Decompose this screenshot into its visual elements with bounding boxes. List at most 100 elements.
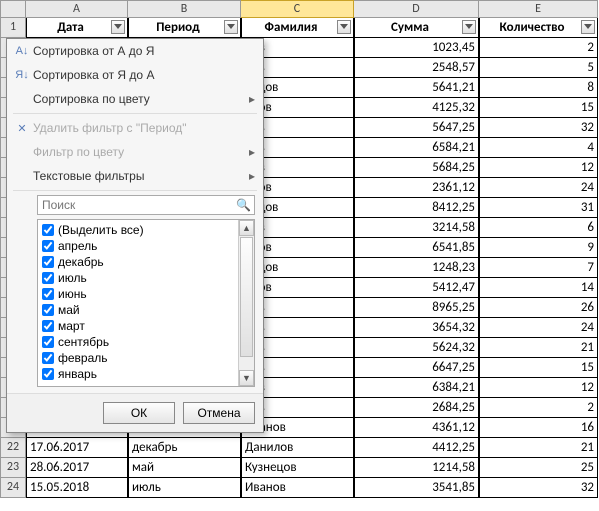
list-scrollbar[interactable]: ▲ ▼: [238, 220, 254, 386]
cell-qty[interactable]: 12: [479, 378, 598, 398]
cell-data[interactable]: 17.06.2017: [26, 438, 128, 458]
cell-data[interactable]: 15.05.2018: [26, 478, 128, 498]
cell-qty[interactable]: 31: [479, 198, 598, 218]
cell-sum[interactable]: 2548,57: [354, 58, 479, 78]
cell-period[interactable]: декабрь: [128, 438, 241, 458]
row-header[interactable]: 23: [0, 458, 26, 478]
filter-value-item[interactable]: февраль: [40, 350, 252, 366]
cell-qty[interactable]: 9: [479, 238, 598, 258]
cell-sum[interactable]: 4125,32: [354, 98, 479, 118]
col-header-C[interactable]: C: [241, 0, 354, 18]
cell-sum[interactable]: 5647,25: [354, 118, 479, 138]
scroll-up-icon[interactable]: ▲: [239, 220, 254, 236]
cell-sum[interactable]: 6647,25: [354, 358, 479, 378]
col-header-D[interactable]: D: [354, 0, 479, 18]
cell-sum[interactable]: 3214,58: [354, 218, 479, 238]
menu-sort-za[interactable]: Я↓ Сортировка от Я до А: [7, 63, 263, 87]
menu-sort-color[interactable]: Сортировка по цвету ▸: [7, 87, 263, 111]
cell-qty[interactable]: 2: [479, 38, 598, 58]
cell-qty[interactable]: 21: [479, 338, 598, 358]
cell-sum[interactable]: 1214,58: [354, 458, 479, 478]
row-header[interactable]: 22: [0, 438, 26, 458]
menu-text-filters[interactable]: Текстовые фильтры ▸: [7, 164, 263, 188]
cell-sum[interactable]: 8965,25: [354, 298, 479, 318]
filter-search-input[interactable]: [37, 195, 255, 215]
row-header-1[interactable]: 1: [0, 18, 26, 38]
filter-value-item[interactable]: июнь: [40, 286, 252, 302]
cell-surname[interactable]: Кузнецов: [241, 458, 354, 478]
cell-sum[interactable]: 3541,85: [354, 478, 479, 498]
menu-sort-az[interactable]: А↓ Сортировка от А до Я: [7, 39, 263, 63]
header-cell-surname[interactable]: Фамилия: [241, 18, 354, 38]
checkbox[interactable]: [42, 320, 54, 332]
cell-qty[interactable]: 32: [479, 478, 598, 498]
cell-sum[interactable]: 6384,21: [354, 378, 479, 398]
cell-qty[interactable]: 12: [479, 158, 598, 178]
cell-sum[interactable]: 2684,25: [354, 398, 479, 418]
cell-qty[interactable]: 24: [479, 318, 598, 338]
cell-sum[interactable]: 5624,32: [354, 338, 479, 358]
scroll-thumb[interactable]: [240, 237, 253, 357]
cell-qty[interactable]: 26: [479, 298, 598, 318]
filter-value-item[interactable]: сентябрь: [40, 334, 252, 350]
cell-qty[interactable]: 4: [479, 138, 598, 158]
cell-qty[interactable]: 15: [479, 98, 598, 118]
cell-sum[interactable]: 5684,25: [354, 158, 479, 178]
col-header-E[interactable]: E: [479, 0, 598, 18]
cell-qty[interactable]: 21: [479, 438, 598, 458]
checkbox[interactable]: [42, 224, 54, 236]
header-cell-data[interactable]: Дата: [26, 18, 128, 38]
header-cell-sum[interactable]: Сумма: [354, 18, 479, 38]
header-cell-qty[interactable]: Количество: [479, 18, 598, 38]
cell-period[interactable]: июль: [128, 478, 241, 498]
checkbox[interactable]: [42, 272, 54, 284]
filter-value-item[interactable]: июль: [40, 270, 252, 286]
cell-qty[interactable]: 25: [479, 458, 598, 478]
cell-sum[interactable]: 2361,12: [354, 178, 479, 198]
checkbox[interactable]: [42, 304, 54, 316]
filter-dropdown-icon[interactable]: [224, 20, 238, 34]
filter-value-select-all[interactable]: (Выделить все): [40, 222, 252, 238]
cell-qty[interactable]: 2: [479, 398, 598, 418]
cell-qty[interactable]: 8: [479, 78, 598, 98]
cell-surname[interactable]: Данилов: [241, 438, 354, 458]
cell-sum[interactable]: 5412,47: [354, 278, 479, 298]
filter-dropdown-icon[interactable]: [337, 20, 351, 34]
cell-sum[interactable]: 8412,25: [354, 198, 479, 218]
cell-sum[interactable]: 4361,12: [354, 418, 479, 438]
cancel-button[interactable]: Отмена: [183, 402, 255, 424]
filter-dropdown-icon[interactable]: [581, 20, 595, 34]
cell-qty[interactable]: 7: [479, 258, 598, 278]
cell-data[interactable]: 28.06.2017: [26, 458, 128, 478]
checkbox[interactable]: [42, 240, 54, 252]
cell-qty[interactable]: 32: [479, 118, 598, 138]
cell-sum[interactable]: 5641,21: [354, 78, 479, 98]
cell-qty[interactable]: 24: [479, 178, 598, 198]
col-header-A[interactable]: A: [26, 0, 128, 18]
filter-dropdown-icon[interactable]: [462, 20, 476, 34]
scroll-down-icon[interactable]: ▼: [239, 370, 254, 386]
cell-sum[interactable]: 6541,85: [354, 238, 479, 258]
cell-sum[interactable]: 3654,32: [354, 318, 479, 338]
row-header[interactable]: 24: [0, 478, 26, 498]
checkbox[interactable]: [42, 288, 54, 300]
filter-dropdown-icon[interactable]: [111, 20, 125, 34]
checkbox[interactable]: [42, 368, 54, 380]
cell-sum[interactable]: 4412,25: [354, 438, 479, 458]
ok-button[interactable]: ОК: [103, 402, 175, 424]
cell-qty[interactable]: 6: [479, 218, 598, 238]
filter-value-item[interactable]: апрель: [40, 238, 252, 254]
col-header-B[interactable]: B: [128, 0, 241, 18]
filter-value-item[interactable]: январь: [40, 366, 252, 382]
cell-surname[interactable]: Иванов: [241, 478, 354, 498]
cell-sum[interactable]: 6584,21: [354, 138, 479, 158]
select-all-corner[interactable]: [0, 0, 26, 18]
cell-sum[interactable]: 1248,23: [354, 258, 479, 278]
cell-period[interactable]: май: [128, 458, 241, 478]
filter-value-item[interactable]: март: [40, 318, 252, 334]
cell-qty[interactable]: 15: [479, 358, 598, 378]
cell-qty[interactable]: 14: [479, 278, 598, 298]
header-cell-period[interactable]: Период: [128, 18, 241, 38]
filter-value-item[interactable]: май: [40, 302, 252, 318]
checkbox[interactable]: [42, 352, 54, 364]
